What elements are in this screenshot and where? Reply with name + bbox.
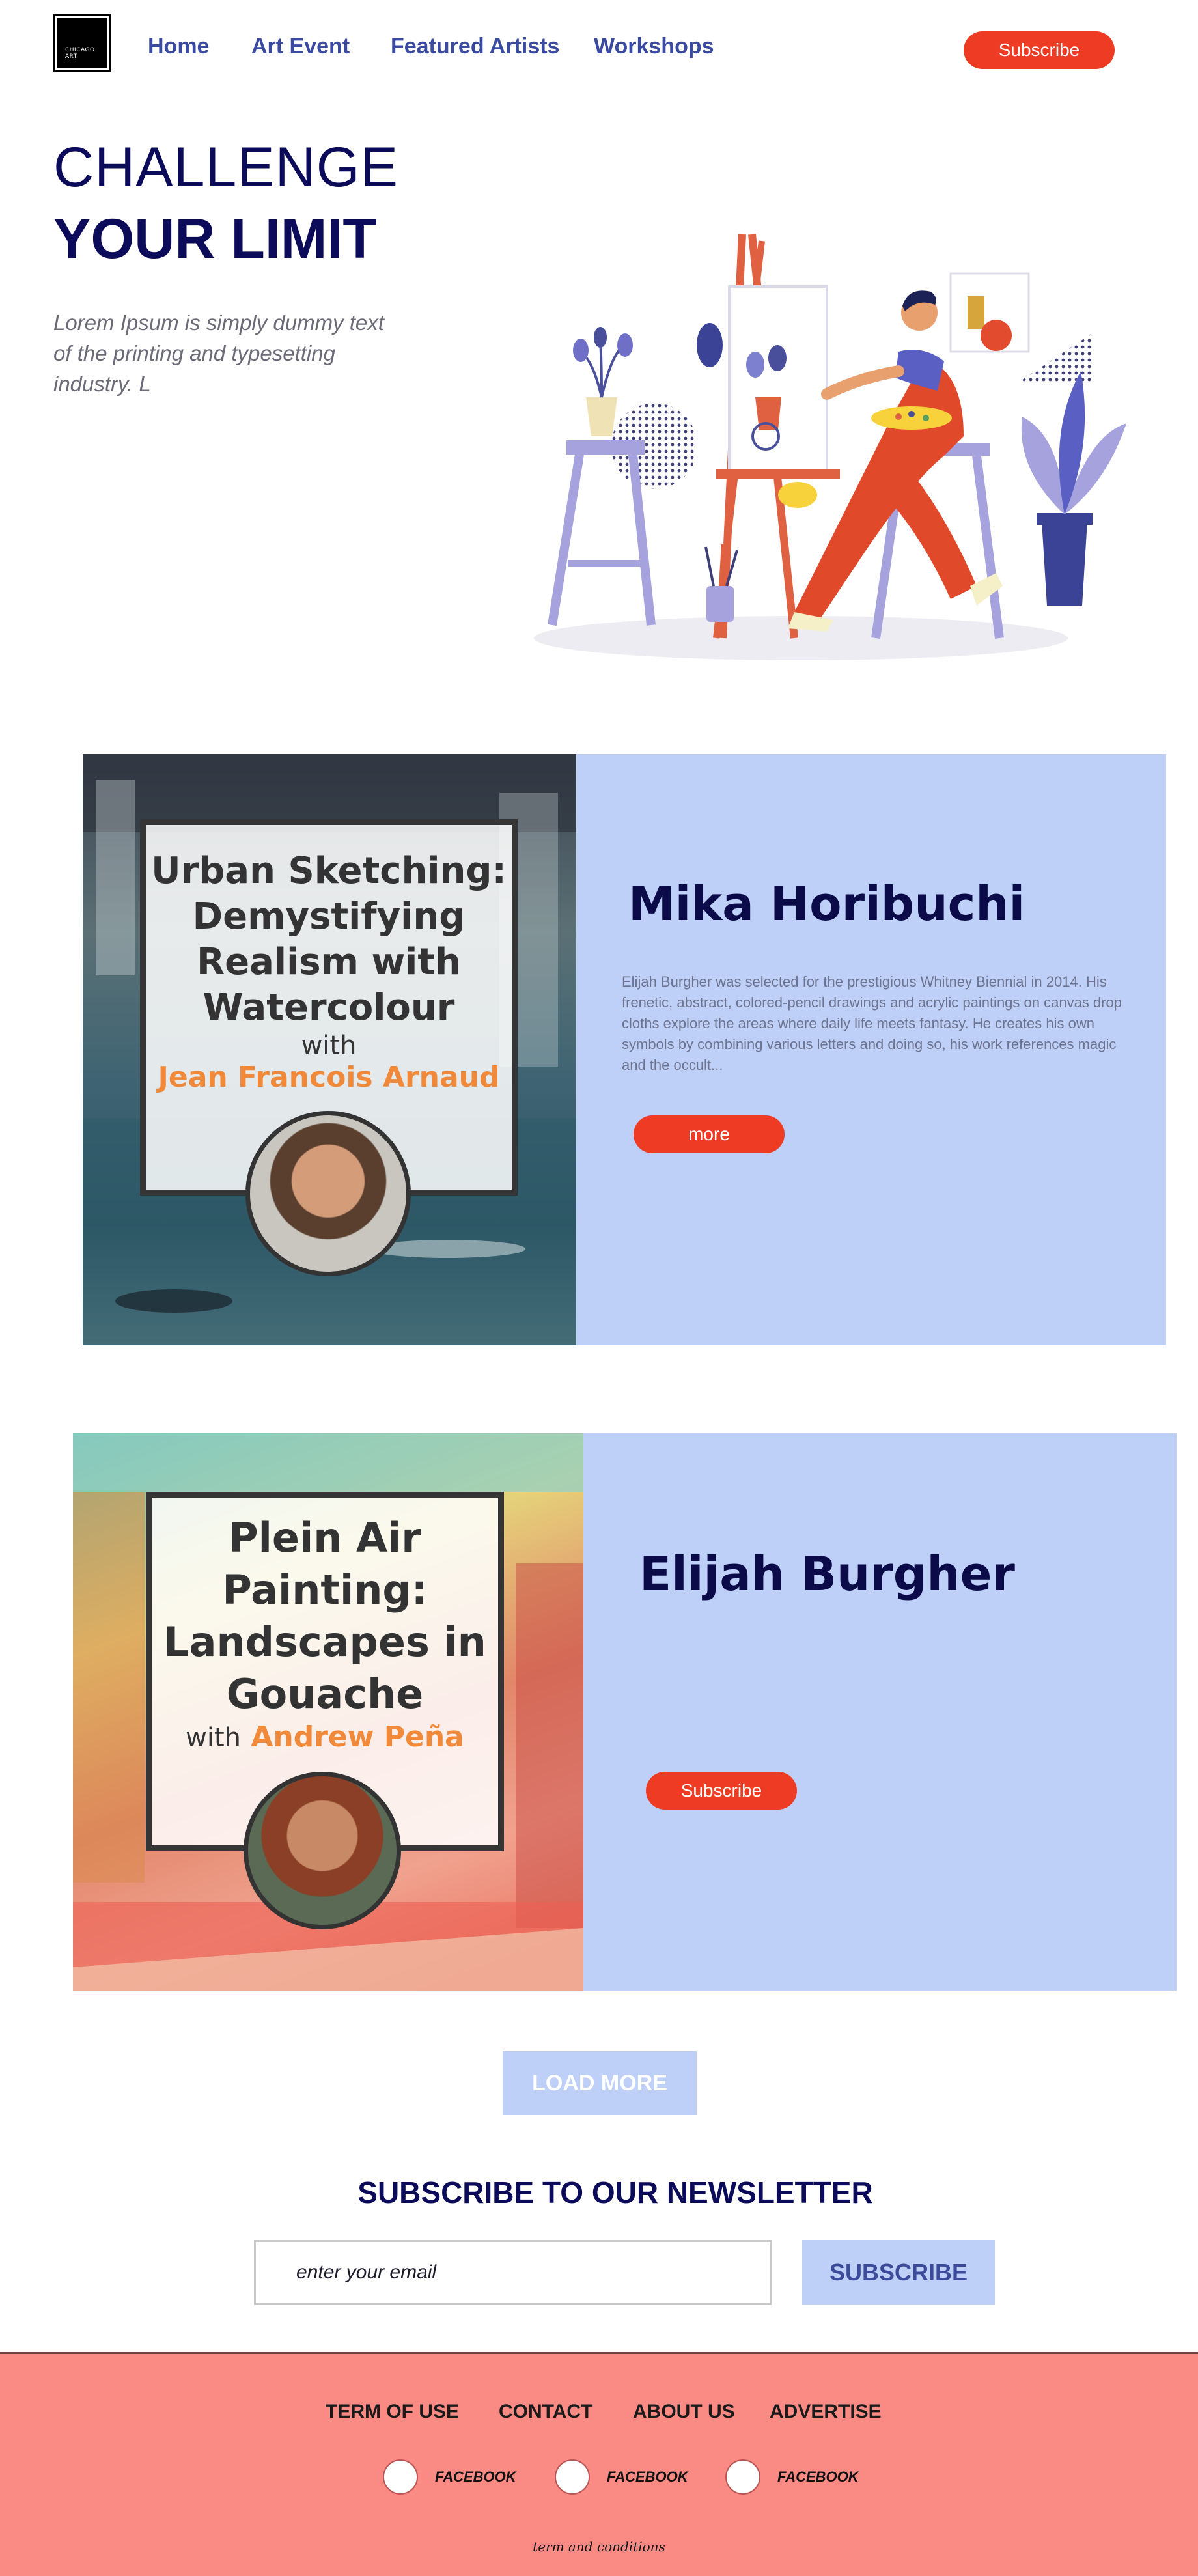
social-label: FACEBOOK	[777, 2469, 859, 2485]
social-label: FACEBOOK	[435, 2469, 516, 2485]
hero-description: Lorem Ipsum is simply dummy text of the …	[53, 311, 384, 396]
top-nav: CHICAGO ART Home Art Event Featured Arti…	[0, 0, 1198, 98]
newsletter-title: SUBSCRIBE TO OUR NEWSLETTER	[357, 2176, 873, 2209]
logo-text: CHICAGO ART	[65, 47, 95, 60]
terms-link[interactable]: term and conditions	[0, 2539, 1198, 2555]
newsletter-email-input[interactable]: enter your email	[254, 2240, 772, 2305]
nav-subscribe-button[interactable]: Subscribe	[964, 31, 1115, 69]
social-link-facebook-2[interactable]: FACEBOOK	[555, 2459, 688, 2495]
hero-artist-illustration	[534, 234, 1126, 660]
footer: TERM OF USE CONTACT ABOUT US ADVERTISE F…	[0, 2352, 1198, 2576]
card2-poster-name: Andrew Peña	[251, 1720, 464, 1754]
card2-info-panel: Elijah Burgher Subscribe	[583, 1433, 1177, 1991]
social-label: FACEBOOK	[607, 2469, 688, 2485]
card1-more-button[interactable]: more	[634, 1115, 785, 1153]
card2-subscribe-button[interactable]: Subscribe	[646, 1772, 797, 1810]
nav-link-featured-artists[interactable]: Featured Artists	[391, 34, 559, 59]
card1-artist-portrait	[245, 1111, 411, 1276]
nav-link-home[interactable]: Home	[148, 34, 209, 59]
card1-poster-title: Urban Sketching: Demystifying Realism wi…	[151, 850, 507, 1029]
social-link-facebook-3[interactable]: FACEBOOK	[725, 2459, 859, 2495]
card2-artist-name: Elijah Burgher	[639, 1547, 1015, 1601]
card2-poster-title: Plein Air Painting: Landscapes in Gouach…	[163, 1514, 486, 1718]
card1-poster-with: with	[301, 1031, 357, 1061]
card1-info-panel: Mika Horibuchi Elijah Burgher was select…	[576, 754, 1166, 1345]
card1-artist-name: Mika Horibuchi	[628, 876, 1025, 931]
social-link-facebook-1[interactable]: FACEBOOK	[383, 2459, 516, 2495]
facebook-icon	[555, 2459, 590, 2495]
footer-link-terms[interactable]: TERM OF USE	[326, 2401, 459, 2423]
card2-poster-with: with	[186, 1723, 242, 1753]
footer-link-contact[interactable]: CONTACT	[499, 2401, 592, 2423]
newsletter-subscribe-button[interactable]: SUBSCRIBE	[802, 2240, 995, 2305]
load-more-button[interactable]: LOAD MORE	[503, 2051, 697, 2115]
card1-description: Elijah Burgher was selected for the pres…	[622, 973, 1122, 1073]
hero-title-line1: CHALLENGE	[53, 136, 398, 199]
footer-link-about[interactable]: ABOUT US	[633, 2401, 735, 2423]
nav-link-art-event[interactable]: Art Event	[251, 34, 350, 59]
facebook-icon	[383, 2459, 418, 2495]
facebook-icon	[725, 2459, 760, 2495]
nav-link-workshops[interactable]: Workshops	[594, 34, 714, 59]
card1-poster-name: Jean Francois Arnaud	[158, 1061, 500, 1094]
site-logo[interactable]: CHICAGO ART	[53, 14, 111, 72]
hero-title-line2: YOUR LIMIT	[53, 208, 377, 270]
card2-artist-portrait	[244, 1772, 401, 1929]
card2-image[interactable]: Plein Air Painting: Landscapes in Gouach…	[73, 1433, 583, 1991]
card1-image[interactable]: Urban Sketching: Demystifying Realism wi…	[83, 754, 576, 1345]
footer-link-advertise[interactable]: ADVERTISE	[770, 2401, 882, 2423]
